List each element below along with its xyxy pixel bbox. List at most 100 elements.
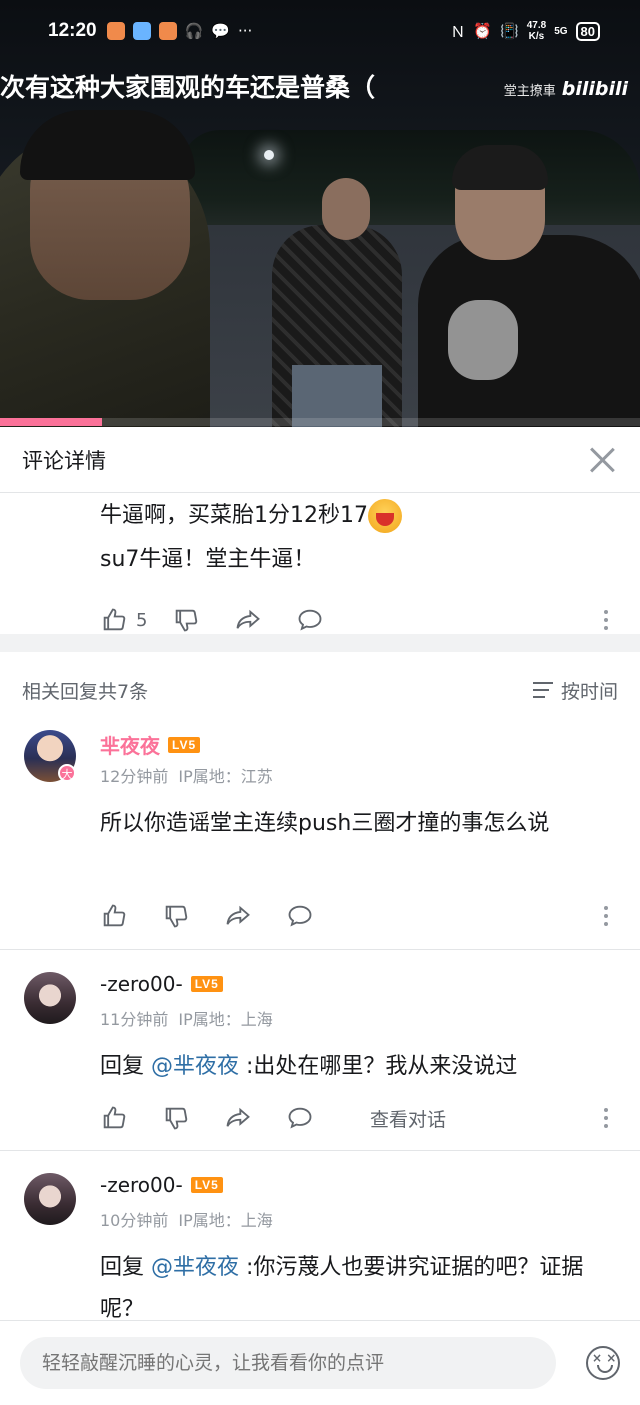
comment-detail-header: 评论详情 <box>0 427 640 493</box>
channel-name: 堂主撩車 <box>503 83 556 99</box>
reply-count: 相关回复共7条 <box>22 680 149 703</box>
video-person-left-cap <box>20 110 195 180</box>
app-notification-icon <box>106 22 125 40</box>
dislike-button[interactable] <box>172 606 234 634</box>
comment-bubble-icon <box>298 609 322 631</box>
comment-input-bar <box>0 1320 640 1405</box>
main-comment-line2: su7牛逼！堂主牛逼！ <box>100 547 316 572</box>
panel-title: 评论详情 <box>22 448 106 473</box>
share-icon <box>226 1107 250 1127</box>
watermark: 堂主撩車 bilibili <box>504 78 628 100</box>
reply-prefix: 回复 <box>100 1054 151 1079</box>
reply-text: 回复 @芈夜夜 :你污蔑人也要讲究证据的吧？证据呢？ <box>100 1247 610 1321</box>
thumbs-down-icon <box>175 609 198 632</box>
like-button[interactable] <box>100 1104 162 1132</box>
share-button[interactable] <box>234 606 296 634</box>
like-count: 5 <box>136 609 148 631</box>
street-lamp <box>264 150 274 160</box>
video-progress-bar[interactable] <box>0 418 640 426</box>
more-options-icon[interactable] <box>604 610 610 630</box>
reply-location: IP属地：上海 <box>178 1010 273 1029</box>
replies-header: 相关回复共7条 按时间 <box>0 662 640 718</box>
reply-username[interactable]: 芈夜夜 <box>100 730 160 759</box>
laughing-emoji-icon <box>368 499 402 533</box>
main-comment: 牛逼啊，买菜胎1分12秒17 su7牛逼！堂主牛逼！ 5 <box>0 494 640 648</box>
emoji-icon[interactable] <box>586 1346 620 1380</box>
sort-label: 按时间 <box>560 680 618 703</box>
more-notifications-icon: ··· <box>237 22 253 40</box>
wechat-icon: 💬 <box>211 22 230 40</box>
network-speed: 47.8 K/s <box>527 20 546 42</box>
close-icon[interactable] <box>586 444 618 476</box>
reply-time: 11分钟前 <box>100 1010 169 1029</box>
alarm-icon: ⏰ <box>473 22 493 40</box>
reply-user-row: 芈夜夜 LV5 <box>100 730 201 759</box>
video-title: 次有这种大家围观的车还是普桑（ <box>0 73 376 102</box>
reply-meta: 12分钟前 IP属地：江苏 <box>100 763 273 787</box>
reply-body: :出处在哪里？我从来没说过 <box>239 1054 518 1079</box>
app-notification-icon <box>158 22 177 40</box>
system-icons: Ｎ ⏰ 📳 47.8 K/s 5G 80 <box>450 20 600 42</box>
thumbs-down-icon <box>165 905 188 928</box>
share-icon <box>236 609 260 629</box>
bilibili-logo: bilibili <box>561 78 628 100</box>
video-progress-fill <box>0 418 103 426</box>
comment-button[interactable] <box>286 902 348 930</box>
avatar[interactable] <box>24 972 76 1024</box>
notification-icons: 🎧 💬 ··· <box>106 22 253 40</box>
main-comment-text: 牛逼啊，买菜胎1分12秒17 su7牛逼！堂主牛逼！ <box>0 494 640 582</box>
dislike-button[interactable] <box>162 902 224 930</box>
avatar[interactable] <box>24 1173 76 1225</box>
reply-time: 12分钟前 <box>100 767 169 786</box>
app-notification-icon <box>132 22 151 40</box>
signal-strength-icon: 5G <box>554 25 568 37</box>
network-speed-unit: K/s <box>528 31 545 42</box>
comment-button[interactable] <box>296 606 358 634</box>
share-button[interactable] <box>224 1104 286 1132</box>
more-options-icon[interactable] <box>604 1108 610 1128</box>
comment-input[interactable] <box>20 1337 556 1389</box>
reply-action-bar: 查看对话 <box>0 1090 640 1146</box>
reply-user-row: -zero00- LV5 <box>100 1173 223 1197</box>
mention-link[interactable]: @芈夜夜 <box>151 1054 239 1079</box>
like-button[interactable]: 5 <box>100 606 172 634</box>
reply-username[interactable]: -zero00- <box>100 1173 183 1197</box>
more-options-icon[interactable] <box>604 906 610 926</box>
dislike-button[interactable] <box>162 1104 224 1132</box>
view-conversation-link[interactable]: 查看对话 <box>370 1105 446 1132</box>
mention-link[interactable]: @芈夜夜 <box>151 1255 239 1280</box>
thumbs-up-icon <box>103 904 126 927</box>
reply-item: -zero00- LV5 11分钟前 IP属地：上海 回复 @芈夜夜 :出处在哪… <box>0 950 640 1150</box>
nfc-icon: Ｎ <box>450 22 466 41</box>
headphones-icon: 🎧 <box>184 22 204 40</box>
thumbs-up-icon <box>103 1106 126 1129</box>
shirt-print <box>448 300 518 380</box>
reply-username[interactable]: -zero00- <box>100 972 183 996</box>
reply-time: 10分钟前 <box>100 1211 169 1230</box>
status-bar: 12:20 🎧 💬 ··· Ｎ ⏰ 📳 47.8 K/s 5G 80 <box>0 0 640 62</box>
reply-text: 所以你造谣堂主连续push三圈才撞的事怎么说 <box>100 811 550 836</box>
vibrate-icon: 📳 <box>500 22 519 40</box>
level-badge: LV5 <box>190 976 223 992</box>
comment-bubble-icon <box>288 905 312 927</box>
network-speed-value: 47.8 <box>526 20 547 31</box>
main-comment-line1: 牛逼啊，买菜胎1分12秒17 <box>100 503 368 528</box>
like-button[interactable] <box>100 902 162 930</box>
video-player[interactable]: 次有这种大家围观的车还是普桑（ 堂主撩車 bilibili <box>0 0 640 427</box>
thumbs-down-icon <box>165 1107 188 1130</box>
thumbs-up-icon <box>103 608 126 631</box>
share-icon <box>226 905 250 925</box>
sort-by-time-button[interactable]: 按时间 <box>532 677 618 704</box>
sort-icon <box>532 682 553 698</box>
reply-action-bar <box>0 888 640 944</box>
share-button[interactable] <box>224 902 286 930</box>
comment-bubble-icon <box>288 1107 312 1129</box>
reply-meta: 11分钟前 IP属地：上海 <box>100 1006 273 1030</box>
video-person-middle-head <box>322 178 370 240</box>
level-badge: LV5 <box>168 736 201 753</box>
reply-item: 大 芈夜夜 LV5 12分钟前 IP属地：江苏 所以你造谣堂主连续push三圈才… <box>0 718 640 949</box>
comment-button[interactable] <box>286 1104 348 1132</box>
reply-actions <box>0 888 640 944</box>
reply-item: -zero00- LV5 10分钟前 IP属地：上海 回复 @芈夜夜 :你污蔑人… <box>0 1151 640 1321</box>
battery-icon: 80 <box>575 21 600 41</box>
